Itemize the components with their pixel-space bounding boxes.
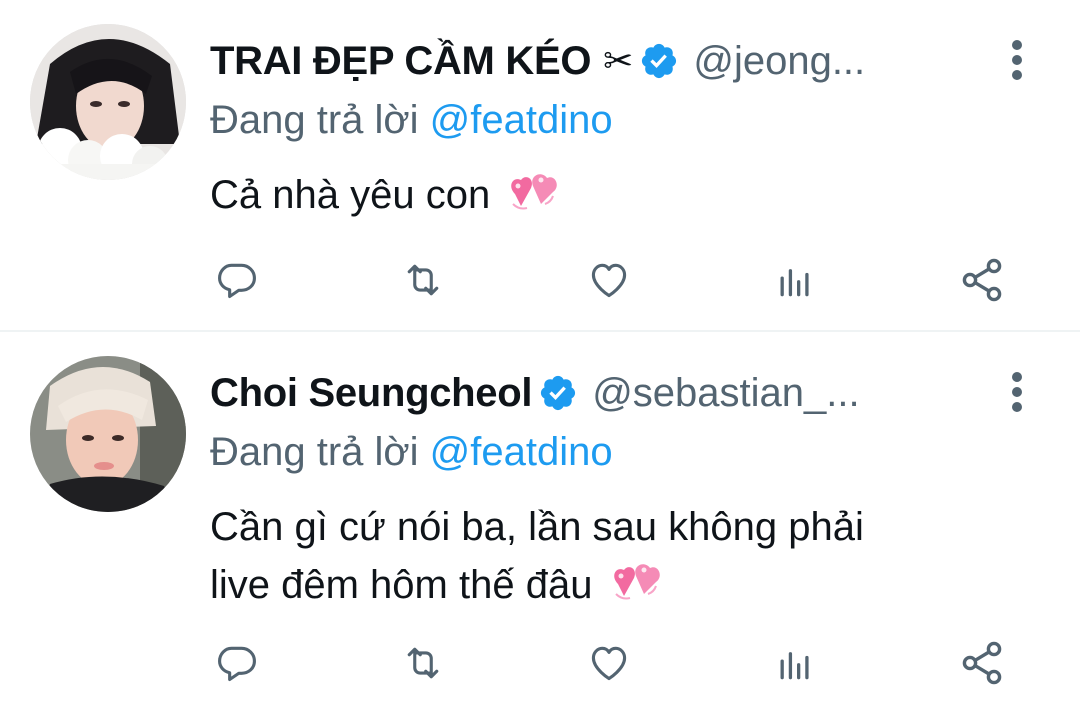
analytics-button[interactable] [770, 255, 820, 305]
retweet-button[interactable] [398, 255, 448, 305]
analytics-icon [780, 652, 809, 680]
replying-to-label: Đang trả lời [210, 430, 419, 474]
mention-link[interactable]: @featdino [430, 430, 613, 474]
like-button[interactable] [584, 638, 634, 688]
share-icon [962, 641, 1002, 685]
display-name[interactable]: TRAI ĐẸP CẦM KÉO [210, 39, 591, 84]
tweet-text-line: live đêm hôm thế đâu [210, 558, 1030, 612]
tweet-actions [0, 638, 1080, 694]
user-handle[interactable]: @sebastian_... [592, 371, 859, 416]
tweet-text: Cần gì cứ nói ba, lần sau không phải liv… [210, 500, 1030, 612]
tweet-text-line: Cần gì cứ nói ba, lần sau không phải [210, 505, 864, 549]
scissors-emoji: ✂ [603, 40, 634, 81]
analytics-button[interactable] [770, 638, 820, 688]
replying-to: Đang trả lời @featdino [210, 430, 613, 475]
analytics-icon [780, 269, 809, 297]
tweet-header: Choi Seungcheol @sebastian_... [210, 365, 860, 421]
reply-icon [218, 263, 256, 299]
tweet-header: TRAI ĐẸP CẦM KÉO ✂ @jeong... [210, 33, 865, 89]
verified-badge-icon [541, 375, 576, 411]
mention-link[interactable]: @featdino [430, 98, 613, 142]
reply-icon [218, 646, 256, 682]
two-hearts-emoji-icon [613, 564, 660, 600]
like-icon [591, 263, 627, 298]
like-button[interactable] [584, 255, 634, 305]
two-hearts-emoji-icon [511, 174, 558, 210]
tweet-actions [0, 255, 1080, 311]
tweet-text-content: Cả nhà yêu con [210, 173, 491, 217]
user-handle[interactable]: @jeong... [693, 39, 865, 84]
share-icon [962, 258, 1002, 302]
tweet[interactable]: TRAI ĐẸP CẦM KÉO ✂ @jeong... Đang trả lờ… [0, 0, 1080, 330]
like-icon [591, 646, 627, 681]
verified-badge-icon [642, 43, 677, 79]
more-options-icon[interactable] [1002, 36, 1032, 86]
retweet-icon [407, 647, 439, 679]
replying-to: Đang trả lời @featdino [210, 98, 613, 143]
share-button[interactable] [957, 638, 1007, 688]
avatar[interactable] [30, 24, 186, 180]
avatar[interactable] [30, 356, 186, 512]
tweet-text-content: live đêm hôm thế đâu [210, 563, 593, 607]
retweet-button[interactable] [398, 638, 448, 688]
share-button[interactable] [957, 255, 1007, 305]
display-name[interactable]: Choi Seungcheol [210, 371, 532, 416]
more-options-icon[interactable] [1002, 368, 1032, 418]
retweet-icon [407, 264, 439, 296]
reply-button[interactable] [212, 638, 262, 688]
replying-to-label: Đang trả lời [210, 98, 419, 142]
tweet-text: Cả nhà yêu con [210, 168, 1030, 222]
tweet[interactable]: Choi Seungcheol @sebastian_... Đang trả … [0, 332, 1080, 714]
reply-button[interactable] [212, 255, 262, 305]
